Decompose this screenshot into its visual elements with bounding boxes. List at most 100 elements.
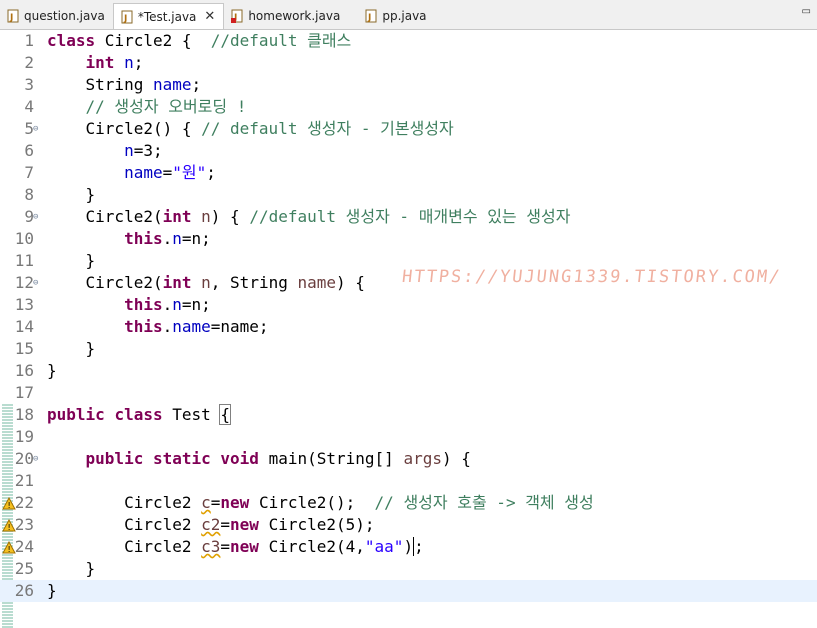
code-token: ) { [210,207,250,226]
code-line[interactable]: 5 ⊖ Circle2() { // default 생성자 - 기본생성자 [0,118,817,140]
code-line[interactable]: 14 this.name=name; [0,316,817,338]
code-text[interactable]: } [47,580,57,602]
code-text[interactable]: public static void main(String[] args) { [47,448,471,470]
code-token: public [47,405,105,424]
code-token: Test [162,405,221,424]
line-number: 11 [14,251,34,270]
code-line[interactable]: 8 } [0,184,817,206]
code-token: name [124,163,163,182]
code-token: =n; [181,295,211,314]
code-token: int [85,53,115,72]
code-token: // 생성자 오버로딩 ! [85,97,247,116]
code-text[interactable]: Circle2 c=new Circle2(); // 생성자 호출 -> 객체… [47,492,594,514]
restore-editor-icon[interactable]: ▭ [802,6,811,17]
code-text[interactable]: name="원"; [47,162,216,184]
code-line[interactable]: 7 name="원"; [0,162,817,184]
code-text[interactable]: Circle2(int n) { //default 생성자 - 매개변수 있는… [47,206,571,228]
code-line[interactable]: 20 ⊖ public static void main(String[] arg… [0,448,817,470]
code-line[interactable]: 3 String name; [0,74,817,96]
code-line[interactable]: 15 } [0,338,817,360]
code-text[interactable]: Circle2() { // default 생성자 - 기본생성자 [47,118,454,140]
close-icon[interactable]: ✕ [204,9,215,24]
line-number: 18 [14,405,34,424]
code-line[interactable]: 19 [0,426,817,448]
code-text[interactable]: } [47,184,96,206]
code-token: class [47,31,96,50]
code-token: Circle2(5); [258,515,375,534]
code-token: Circle2 [47,493,202,512]
code-line[interactable]: 21 [0,470,817,492]
code-token: main(String[] [258,449,404,468]
code-token: // 생성자 호출 -> 객체 생성 [374,493,594,512]
fold-collapse-icon[interactable]: ⊖ [33,272,38,294]
code-token: ; [414,537,424,556]
code-text[interactable]: Circle2 c3=new Circle2(4,"aa"); [47,536,424,558]
code-token: int [162,273,192,292]
code-text[interactable]: int n; [47,52,144,74]
tab-test-java[interactable]: J *Test.java ✕ [112,3,225,29]
code-token: this [124,295,163,314]
code-text[interactable]: public class Test { [47,404,232,426]
code-text[interactable]: Circle2 c2=new Circle2(5); [47,514,375,536]
tab-question-java[interactable]: J question.java [0,3,113,29]
code-text[interactable]: } [47,360,57,382]
code-token: int [162,207,192,226]
code-text[interactable]: Circle2(int n, String name) { [47,272,365,294]
fold-collapse-icon[interactable]: ⊖ [33,206,38,228]
code-text[interactable]: // 생성자 오버로딩 ! [47,96,247,118]
code-token: n [172,295,182,314]
code-line[interactable]: 13 this.n=n; [0,294,817,316]
code-token: c2 [201,515,221,534]
fold-collapse-icon[interactable]: ⊖ [33,118,38,140]
code-text[interactable]: class Circle2 { //default 클래스 [47,30,351,52]
code-text[interactable]: n=3; [47,140,163,162]
tab-pp-java[interactable]: J pp.java [358,3,434,29]
code-token: ; [206,163,216,182]
code-line[interactable]: 2 int n; [0,52,817,74]
code-line[interactable]: 9 ⊖ Circle2(int n) { //default 생성자 - 매개변수… [0,206,817,228]
code-line[interactable]: 18 public class Test { [0,404,817,426]
code-text[interactable]: } [47,250,96,272]
code-line[interactable]: 4 // 생성자 오버로딩 ! [0,96,817,118]
code-line[interactable]: ! 22 Circle2 c=new Circle2(); // 생성자 호출 -… [0,492,817,514]
line-number: 5 [24,119,34,138]
code-token: Circle2( [47,207,163,226]
code-line[interactable]: 25 } [0,558,817,580]
code-line[interactable]: 16} [0,360,817,382]
code-line[interactable]: 26} [0,580,817,602]
code-token: Circle2( [47,273,163,292]
line-number: 10 [14,229,34,248]
code-line[interactable]: 1 class Circle2 { //default 클래스 [0,30,817,52]
line-number: 22 [14,493,34,512]
code-text[interactable]: } [47,338,96,360]
code-line[interactable]: ! 24 Circle2 c3=new Circle2(4,"aa"); [0,536,817,558]
code-token: =name; [210,317,269,336]
code-token: Circle2 [47,515,202,534]
line-number: 8 [24,185,34,204]
code-text[interactable]: this.n=n; [47,228,211,250]
code-line[interactable]: 6 n=3; [0,140,817,162]
java-file-icon: J [120,10,134,24]
code-token: . [162,317,173,336]
fold-collapse-icon[interactable]: ⊖ [33,448,38,470]
code-token: = [220,537,231,556]
code-line[interactable]: 17 [0,382,817,404]
code-line[interactable]: 10 this.n=n; [0,228,817,250]
line-number: 20 [14,449,34,468]
code-text[interactable]: this.name=name; [47,316,269,338]
tab-homework-java[interactable]: J homework.java [224,3,348,29]
code-text[interactable]: String name; [47,74,202,96]
line-number: 1 [24,31,34,50]
code-line[interactable]: ! 23 Circle2 c2=new Circle2(5); [0,514,817,536]
code-text[interactable]: this.n=n; [47,294,211,316]
code-token: ) { [441,449,471,468]
code-token: , String [210,273,298,292]
code-token: = [220,515,231,534]
code-text[interactable]: } [47,558,96,580]
code-token: } [47,559,96,578]
code-editor[interactable]: 1 class Circle2 { //default 클래스 2 int n; 3 … [0,30,817,628]
line-number: 26 [14,581,34,600]
